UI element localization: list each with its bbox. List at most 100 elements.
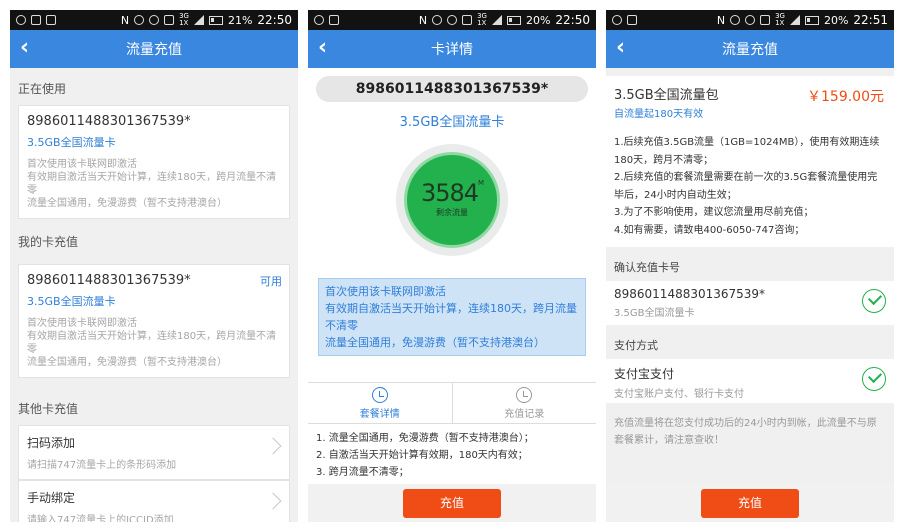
network-type-bottom: 1X <box>179 19 189 27</box>
available-label: 可用 <box>260 275 282 288</box>
info-line: 有效期自激活当天开始计算，连续180天，跨月流量不清零 <box>325 302 577 332</box>
clock: 22:51 <box>853 13 888 27</box>
desc-line: 首次使用该卡联网即激活 <box>27 159 137 170</box>
nfc-icon: N <box>120 13 130 27</box>
detail-tabs: 套餐详情 充值记录 <box>308 382 596 424</box>
battery-icon <box>208 15 223 25</box>
card-info-box: 首次使用该卡联网即激活 有效期自激活当天开始计算，连续180天，跨月流量不清零 … <box>318 278 586 356</box>
back-arrow-icon[interactable]: ‹ <box>20 37 29 59</box>
nav-bar: ‹ 卡详情 <box>308 30 596 68</box>
nav-bar: ‹ 流量充值 <box>606 30 894 68</box>
page-title: 流量充值 <box>722 42 778 58</box>
check-circle-icon <box>862 289 886 313</box>
alarm-icon <box>134 15 145 25</box>
section-in-use-title: 正在使用 <box>18 82 67 96</box>
screen-card-detail: N 3G 1X 20% 22:50 ‹ 卡详情 89860114883013675… <box>308 10 596 522</box>
manual-bind-title: 手动绑定 <box>27 491 76 505</box>
confirm-card-row[interactable]: 8986011488301367539* 3.5GB全国流量卡 <box>606 281 894 325</box>
remaining-label: 剩余流量 <box>436 208 468 217</box>
rule-line: 2. 自激活当天开始计算有效期，180天内有效； <box>316 450 528 461</box>
water-drop-icon <box>612 15 622 25</box>
image-icon <box>329 15 339 25</box>
info-line: 流量全国通用，免漫游费（暂不支持港澳台） <box>325 336 545 349</box>
clock: 22:50 <box>555 13 590 27</box>
remaining-traffic-gauge: 3584M 剩余流量 <box>396 144 508 256</box>
card-number: 8986011488301367539* <box>27 273 191 288</box>
back-arrow-icon[interactable]: ‹ <box>318 37 327 59</box>
package-card: 3.5GB全国流量包 ￥159.00元 自流量起180天有效 1.后续充值3.5… <box>606 76 894 247</box>
sim-icon <box>760 15 771 25</box>
tab-package-detail[interactable]: 套餐详情 <box>308 383 453 423</box>
confirm-section-title: 确认充值卡号 <box>614 261 680 274</box>
recharge-button[interactable]: 充值 <box>701 489 799 518</box>
desc-line: 4.如有需要，请致电400-6050-747咨询； <box>614 224 805 236</box>
rule-line: 3. 跨月流量不清零； <box>316 467 409 478</box>
confirm-card-type: 3.5GB全国流量卡 <box>614 308 695 319</box>
desc-line: 流量全国通用，免漫游费（暂不支持港澳台） <box>27 357 227 368</box>
section-my-card-title: 我的卡充值 <box>18 235 79 249</box>
alarm-icon <box>432 15 443 25</box>
payment-subtitle: 支付宝账户支付、银行卡支付 <box>614 389 744 400</box>
manual-bind-row[interactable]: 手动绑定 请输入747流量卡上的ICCID添加 <box>18 480 290 522</box>
status-bar: N 3G 1X 20% 22:51 <box>606 10 894 30</box>
image-icon <box>627 15 637 25</box>
bottom-bar: 充值 <box>606 484 894 522</box>
status-bar: N 3G 1X 20% 22:50 <box>308 10 596 30</box>
nfc-icon: N <box>418 13 428 27</box>
clock-icon <box>516 387 533 403</box>
sim-icon <box>164 15 175 25</box>
battery-percent: 20% <box>525 13 551 27</box>
screen-recharge-list: N 3G 1X 21% 22:50 ‹ 流量充值 正在使用 89860114883… <box>10 10 298 522</box>
battery-icon <box>804 15 819 25</box>
package-description: 1.后续充值3.5GB流量（1GB=1024MB），使用有效期连续180天，跨月… <box>614 134 886 239</box>
recharge-button[interactable]: 充值 <box>403 489 501 518</box>
wifi-icon <box>149 15 160 25</box>
water-drop-icon <box>16 15 26 25</box>
scan-add-title: 扫码添加 <box>27 436 76 450</box>
desc-line: 2.后续充值的套餐流量需要在前一次的3.5G套餐流量使用完毕后，24小时内自动生… <box>614 172 878 201</box>
payment-section-title: 支付方式 <box>614 339 658 352</box>
nav-bar: ‹ 流量充值 <box>10 30 298 68</box>
manual-bind-subtitle: 请输入747流量卡上的ICCID添加 <box>27 515 174 522</box>
in-use-card[interactable]: 8986011488301367539* 3.5GB全国流量卡 首次使用该卡联网… <box>18 105 290 219</box>
signal-icon <box>491 15 502 25</box>
battery-percent: 20% <box>823 13 849 27</box>
info-line: 首次使用该卡联网即激活 <box>325 285 446 298</box>
card-type: 3.5GB全国流量卡 <box>27 136 116 149</box>
desc-line: 首次使用该卡联网即激活 <box>27 318 137 329</box>
card-type: 3.5GB全国流量卡 <box>399 115 505 130</box>
status-bar: N 3G 1X 21% 22:50 <box>10 10 298 30</box>
nfc-icon: N <box>716 13 726 27</box>
back-arrow-icon[interactable]: ‹ <box>616 37 625 59</box>
tab-label: 充值记录 <box>504 409 545 420</box>
network-type-bottom: 1X <box>477 19 487 27</box>
lock-icon <box>46 15 56 25</box>
desc-line: 3.为了不影响使用，建议您流量用尽前充值； <box>614 207 814 218</box>
desc-line: 流量全国通用，免漫游费（暂不支持港澳台） <box>27 198 227 209</box>
desc-line: 有效期自激活当天开始计算，连续180天，跨月流量不清零 <box>27 331 277 355</box>
list-icon <box>371 387 388 403</box>
my-card[interactable]: 可用 8986011488301367539* 3.5GB全国流量卡 首次使用该… <box>18 264 290 378</box>
card-description: 首次使用该卡联网即激活 有效期自激活当天开始计算，连续180天，跨月流量不清零 … <box>27 158 281 210</box>
tab-recharge-history[interactable]: 充值记录 <box>453 383 597 423</box>
check-circle-icon <box>862 367 886 391</box>
card-description: 首次使用该卡联网即激活 有效期自激活当天开始计算，连续180天，跨月流量不清零 … <box>27 317 281 369</box>
package-validity: 自流量起180天有效 <box>614 109 704 120</box>
card-number-pill: 8986011488301367539* <box>316 76 588 102</box>
confirm-card-number: 8986011488301367539* <box>614 287 766 301</box>
battery-percent: 21% <box>227 13 253 27</box>
scan-add-subtitle: 请扫描747流量卡上的条形码添加 <box>27 460 177 471</box>
alipay-row[interactable]: 支付宝支付 支付宝账户支付、银行卡支付 <box>606 359 894 403</box>
payment-method: 支付宝支付 <box>614 367 675 381</box>
bottom-bar: 充值 <box>308 484 596 522</box>
desc-line: 1.后续充值3.5GB流量（1GB=1024MB），使用有效期连续180天，跨月… <box>614 137 880 166</box>
scan-add-row[interactable]: 扫码添加 请扫描747流量卡上的条形码添加 <box>18 425 290 480</box>
section-other-title: 其他卡充值 <box>18 402 79 416</box>
rule-line: 1. 流量全国通用，免漫游费（暂不支持港澳台）； <box>316 433 534 444</box>
tab-label: 套餐详情 <box>359 409 400 420</box>
gauge-fill: 3584M 剩余流量 <box>404 152 500 248</box>
image-icon <box>31 15 41 25</box>
package-price: ￥159.00元 <box>807 89 884 105</box>
water-drop-icon <box>314 15 324 25</box>
clock: 22:50 <box>257 13 292 27</box>
